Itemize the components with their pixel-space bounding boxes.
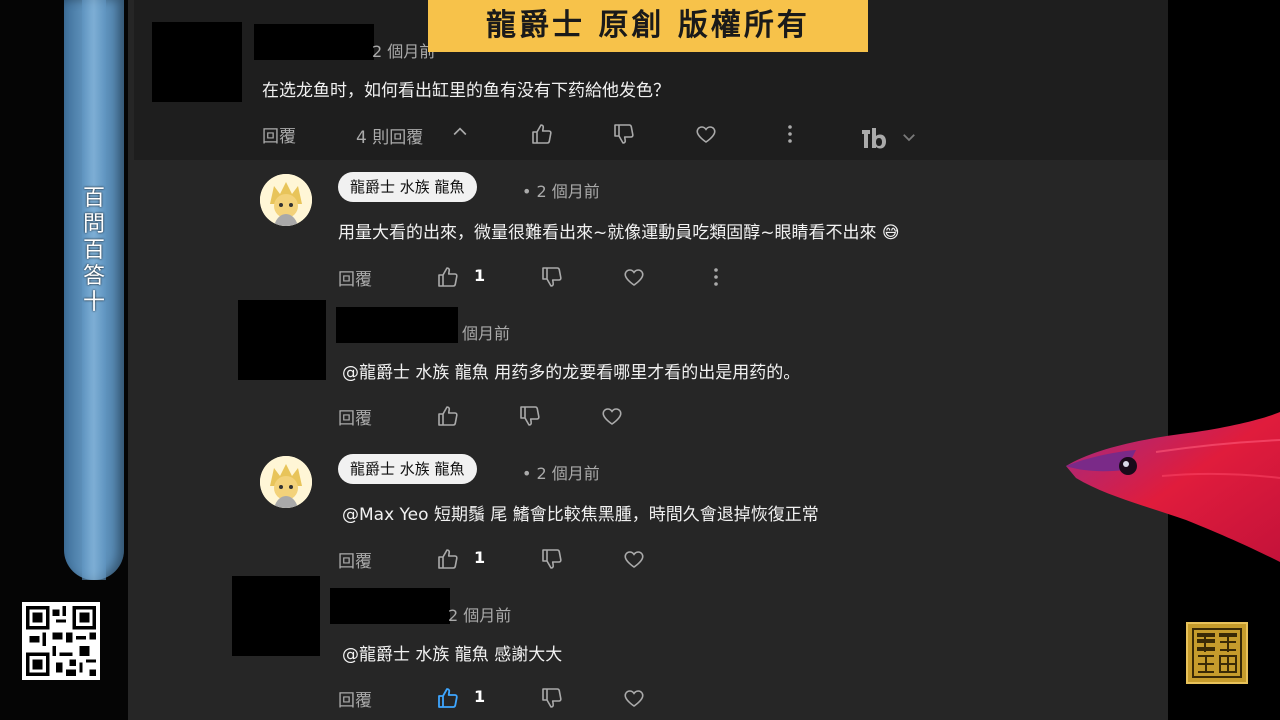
- channel-owner-badge[interactable]: 龍爵士 水族 龍魚: [338, 454, 477, 484]
- thumbs-down-icon[interactable]: [540, 686, 564, 710]
- more-vert-icon[interactable]: [778, 122, 802, 146]
- thumbs-up-icon[interactable]: [530, 122, 554, 146]
- thumbs-up-icon[interactable]: [436, 265, 460, 289]
- redacted-username: [254, 24, 374, 60]
- reply-button[interactable]: 回覆: [338, 686, 372, 711]
- reply-button[interactable]: 回覆: [338, 404, 372, 429]
- thumbs-up-icon[interactable]: [436, 547, 460, 571]
- channel-owner-badge[interactable]: 龍爵士 水族 龍魚: [338, 172, 477, 202]
- banner-char: 百: [82, 186, 105, 211]
- thumbs-up-icon[interactable]: [436, 404, 460, 428]
- chevron-up-icon[interactable]: [450, 122, 470, 142]
- like-count: 1: [474, 266, 486, 285]
- reply-text: @龍爵士 水族 龍魚 感謝大大: [342, 645, 563, 665]
- redacted-username: [336, 307, 458, 343]
- banner-char: 答: [82, 264, 105, 289]
- redacted-avatar: [238, 300, 326, 380]
- thumbs-down-icon[interactable]: [540, 265, 564, 289]
- heart-icon[interactable]: [622, 547, 646, 571]
- reply-timestamp: 2 個月前: [448, 606, 512, 625]
- seal-stamp-icon: [1186, 622, 1248, 684]
- avatar[interactable]: [260, 174, 312, 226]
- reply-text: @龍爵士 水族 龍魚 用药多的龙要看哪里才看的出是用药的。: [342, 363, 801, 383]
- watermark-title: 龍爵士 原創 版權所有: [428, 0, 868, 52]
- like-count: 1: [474, 687, 486, 706]
- redacted-avatar: [152, 22, 242, 102]
- like-count: 1: [474, 548, 486, 567]
- thumbs-down-icon[interactable]: [518, 404, 542, 428]
- heart-icon[interactable]: [694, 122, 718, 146]
- banner-char: 十: [82, 290, 105, 315]
- replies-toggle-button[interactable]: 4 則回覆: [356, 123, 423, 148]
- tubebuddy-icon[interactable]: [860, 124, 894, 152]
- banner-vertical-text: 百 問 百 答 十: [76, 186, 112, 316]
- heart-icon[interactable]: [600, 404, 624, 428]
- banner-char: 百: [82, 238, 105, 263]
- avatar[interactable]: [260, 456, 312, 508]
- banner-char: 問: [82, 212, 105, 237]
- thumbs-down-icon[interactable]: [540, 547, 564, 571]
- thumbs-down-icon[interactable]: [612, 122, 636, 146]
- chevron-down-icon[interactable]: [900, 128, 918, 146]
- more-vert-icon[interactable]: [704, 265, 728, 289]
- comments-screen: 2 個月前 在选龙鱼时，如何看出缸里的鱼有没有下药給他发色？ 回覆 4 則回覆 …: [128, 0, 1168, 720]
- reply-text: @Max Yeo 短期鬚 尾 鰭會比較焦黑腫，時間久會退掉恢復正常: [342, 505, 819, 525]
- heart-icon[interactable]: [622, 686, 646, 710]
- reply-button[interactable]: 回覆: [262, 122, 296, 147]
- redacted-avatar: [232, 576, 320, 656]
- qr-code-icon: [22, 602, 100, 680]
- arowana-fish-image: [1066, 412, 1280, 562]
- reply-text: 用量大看的出來，微量很難看出來~就像運動員吃類固醇~眼睛看不出來 😅: [338, 223, 900, 243]
- comment-timestamp: 2 個月前: [372, 42, 436, 61]
- comment-text: 在选龙鱼时，如何看出缸里的鱼有没有下药給他发色？: [262, 81, 670, 101]
- reply-timestamp: 個月前: [462, 324, 511, 343]
- reply-timestamp: • 2 個月前: [522, 182, 600, 201]
- thumbs-up-liked-icon[interactable]: [436, 686, 460, 710]
- reply-button[interactable]: 回覆: [338, 547, 372, 572]
- reply-button[interactable]: 回覆: [338, 265, 372, 290]
- reply-timestamp: • 2 個月前: [522, 464, 600, 483]
- heart-icon[interactable]: [622, 265, 646, 289]
- redacted-username: [330, 588, 450, 624]
